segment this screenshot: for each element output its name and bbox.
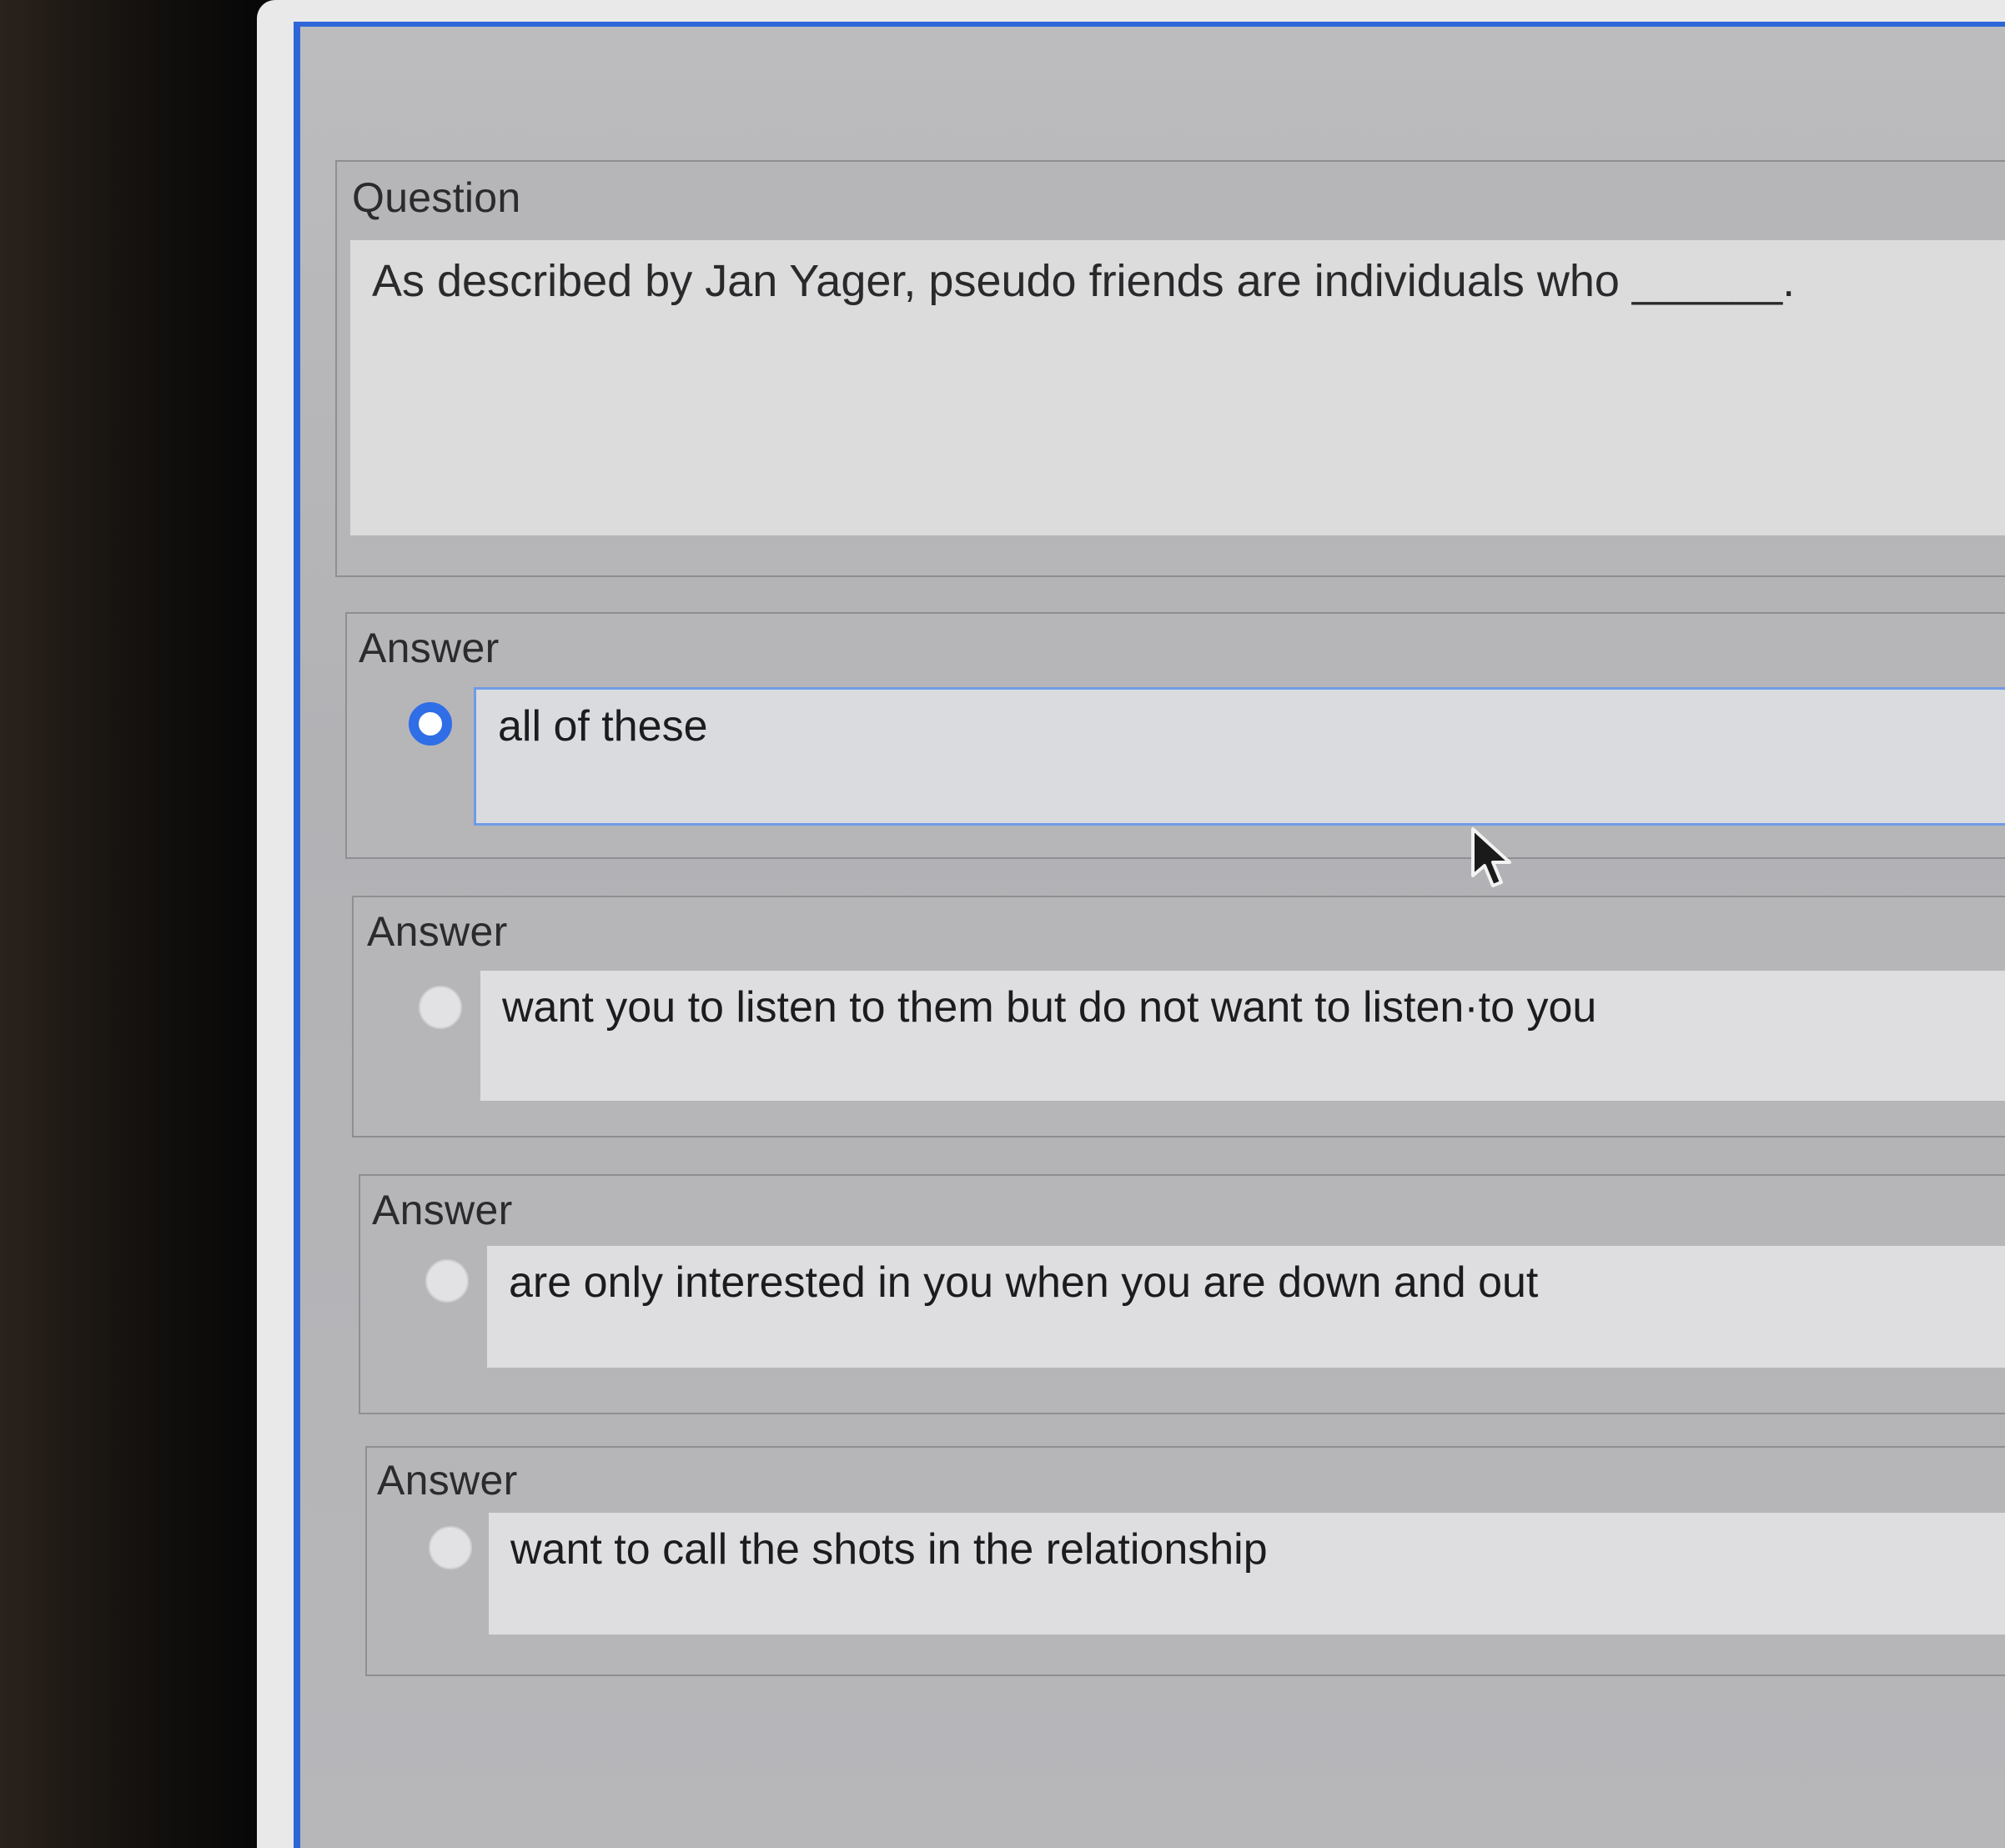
answer-section-1: Answer all of these (345, 612, 2005, 859)
question-text: As described by Jan Yager, pseudo friend… (372, 256, 1796, 306)
mouse-pointer-icon (1471, 827, 1511, 887)
answer-label: Answer (359, 625, 500, 671)
answer-radio-1[interactable] (409, 702, 452, 746)
answer-option-1[interactable]: all of these (474, 687, 2005, 826)
quiz-screen: Question As described by Jan Yager, pseu… (294, 22, 2005, 1848)
answer-radio-3[interactable] (425, 1259, 469, 1303)
question-section: Question As described by Jan Yager, pseu… (335, 160, 2005, 577)
answer-label: Answer (377, 1457, 518, 1504)
answer-text: want to call the shots in the relationsh… (510, 1525, 1268, 1574)
answer-radio-2[interactable] (419, 986, 462, 1029)
answer-option-4[interactable]: want to call the shots in the relationsh… (489, 1513, 2005, 1635)
answer-option-2[interactable]: want you to listen to them but do not wa… (480, 971, 2005, 1101)
answer-text: are only interested in you when you are … (509, 1258, 1539, 1307)
answer-text: all of these (498, 702, 708, 751)
question-label: Question (352, 174, 521, 221)
answer-section-3: Answer are only interested in you when y… (359, 1174, 2005, 1414)
answer-label: Answer (372, 1187, 513, 1233)
answer-radio-4[interactable] (429, 1526, 472, 1569)
answer-text: want you to listen to them but do not wa… (502, 983, 1597, 1032)
answer-label: Answer (367, 908, 508, 955)
answer-option-3[interactable]: are only interested in you when you are … (487, 1246, 2005, 1368)
answer-section-4: Answer want to call the shots in the rel… (365, 1446, 2005, 1676)
question-text-box: As described by Jan Yager, pseudo friend… (350, 240, 2005, 535)
answer-section-2: Answer want you to listen to them but do… (352, 896, 2005, 1137)
